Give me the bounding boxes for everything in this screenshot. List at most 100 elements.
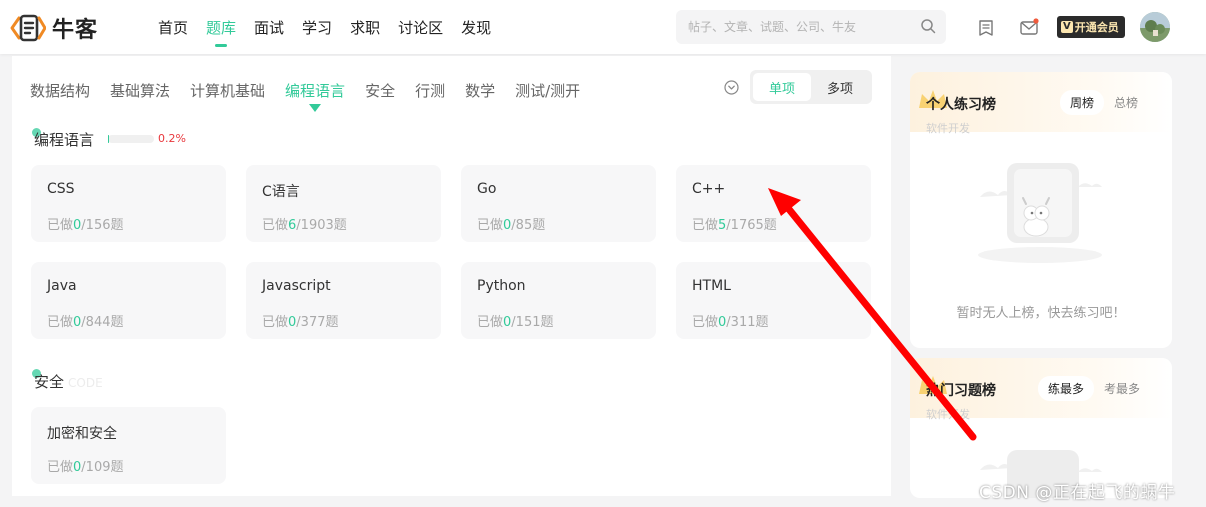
tab-testing[interactable]: 测试/测开 <box>515 80 580 101</box>
card-progress: 已做0/311题 <box>692 311 769 330</box>
avatar[interactable] <box>1140 12 1170 42</box>
search-input[interactable] <box>676 10 946 44</box>
vip-badge: V <box>1061 21 1073 33</box>
personal-ranking-panel: 个人练习榜 软件开发 周榜 总榜 暂时无人上榜，快去练习吧！ <box>910 72 1172 348</box>
section-ghost-text: CODE <box>68 376 103 390</box>
empty-state-illustration <box>978 163 1102 263</box>
card-total: /311题 <box>726 315 769 330</box>
tab-math[interactable]: 数学 <box>465 80 495 101</box>
card-done-prefix: 已做 <box>47 218 74 233</box>
tab-computer-basics[interactable]: 计算机基础 <box>190 80 265 101</box>
card-done-prefix: 已做 <box>477 315 504 330</box>
vip-button[interactable]: V 开通会员 <box>1057 16 1125 38</box>
search-icon[interactable] <box>920 18 936 34</box>
tab-programming-languages[interactable]: 编程语言 <box>285 80 346 112</box>
card-progress: 已做0/377题 <box>262 311 339 330</box>
recruit-icon[interactable] <box>976 18 996 38</box>
card-total: /151题 <box>511 315 554 330</box>
card-crypto-security[interactable]: 加密和安全 已做0/109题 <box>31 407 226 484</box>
avatar-image <box>1140 12 1170 42</box>
question-bank-panel: 数据结构 基础算法 计算机基础 编程语言 安全 行测 数学 测试/测开 单项 多… <box>12 56 891 496</box>
tab-security[interactable]: 安全 <box>365 80 395 101</box>
nav-interview[interactable]: 面试 <box>254 17 284 38</box>
nowcoder-logo-icon <box>10 14 46 42</box>
card-html[interactable]: HTML 已做0/311题 <box>676 262 871 339</box>
tab-programming-languages-label: 编程语言 <box>285 82 346 100</box>
card-title: C++ <box>692 181 726 197</box>
nav-discover[interactable]: 发现 <box>461 17 491 38</box>
tab-basic-algorithms[interactable]: 基础算法 <box>110 80 170 101</box>
logo[interactable]: 牛客 <box>10 12 98 44</box>
card-progress: 已做0/109题 <box>47 456 124 475</box>
card-done-prefix: 已做 <box>262 218 289 233</box>
main-nav: 首页 题库 面试 学习 求职 讨论区 发现 <box>158 17 509 47</box>
card-progress: 已做0/151题 <box>477 311 554 330</box>
card-title: Javascript <box>262 278 331 294</box>
card-c-language[interactable]: C语言 已做6/1903题 <box>246 165 441 242</box>
chevron-down-icon[interactable] <box>724 80 739 95</box>
multi-mode-button[interactable]: 多项 <box>811 73 869 101</box>
section-progress-percent: 0.2% <box>158 132 186 145</box>
card-cpp[interactable]: C++ 已做5/1765题 <box>676 165 871 242</box>
card-java[interactable]: Java 已做0/844题 <box>31 262 226 339</box>
card-title: Java <box>47 278 77 294</box>
card-done-prefix: 已做 <box>692 218 719 233</box>
ranking-period-toggle: 周榜 总榜 <box>1060 90 1148 115</box>
card-progress: 已做0/844题 <box>47 311 124 330</box>
question-mode-toggle: 单项 多项 <box>750 70 872 104</box>
nav-discuss[interactable]: 讨论区 <box>398 17 443 38</box>
card-title: 加密和安全 <box>47 426 117 442</box>
active-tab-indicator <box>309 104 322 112</box>
card-total: /1765题 <box>726 218 777 233</box>
nav-learn[interactable]: 学习 <box>302 17 332 38</box>
card-done-prefix: 已做 <box>262 315 289 330</box>
card-javascript[interactable]: Javascript 已做0/377题 <box>246 262 441 339</box>
section-title-languages: 编程语言 <box>34 131 95 149</box>
card-title: Go <box>477 181 497 197</box>
tab-data-structures[interactable]: 数据结构 <box>30 80 90 101</box>
card-progress: 已做5/1765题 <box>692 214 777 233</box>
card-css[interactable]: CSS 已做0/156题 <box>31 165 226 242</box>
section-title-security: 安全 <box>34 373 65 391</box>
card-progress: 已做0/156题 <box>47 214 124 233</box>
single-mode-button[interactable]: 单项 <box>753 73 811 101</box>
weekly-ranking-tab[interactable]: 周榜 <box>1060 90 1105 115</box>
panel-subtitle: 软件开发 <box>926 408 970 421</box>
card-total: /156题 <box>81 218 124 233</box>
card-title: HTML <box>692 278 731 294</box>
card-progress: 已做6/1903题 <box>262 214 347 233</box>
card-title: CSS <box>47 181 75 197</box>
vip-label: 开通会员 <box>1074 21 1119 34</box>
card-done-prefix: 已做 <box>47 315 74 330</box>
nav-jobs[interactable]: 求职 <box>350 17 380 38</box>
card-python[interactable]: Python 已做0/151题 <box>461 262 656 339</box>
section-progress-fill <box>108 135 109 143</box>
card-done-prefix: 已做 <box>47 460 74 475</box>
section-progress-bar <box>108 135 154 143</box>
message-icon[interactable] <box>1019 18 1039 38</box>
card-total: /377题 <box>296 315 339 330</box>
panel-title: 个人练习榜 <box>926 97 996 113</box>
card-done-prefix: 已做 <box>477 218 504 233</box>
nav-home[interactable]: 首页 <box>158 17 188 38</box>
tab-aptitude[interactable]: 行测 <box>415 80 445 101</box>
watermark: CSDN @正在起飞的蜗牛 <box>979 483 1176 503</box>
card-total: /109题 <box>81 460 124 475</box>
card-total: /1903题 <box>296 218 347 233</box>
popular-sort-toggle: 练最多 考最多 <box>1038 376 1150 401</box>
card-done-prefix: 已做 <box>692 315 719 330</box>
card-go[interactable]: Go 已做0/85题 <box>461 165 656 242</box>
card-title: Python <box>477 278 526 294</box>
card-total: /844题 <box>81 315 124 330</box>
most-practiced-tab[interactable]: 练最多 <box>1038 376 1095 401</box>
card-progress: 已做0/85题 <box>477 214 545 233</box>
panel-title: 热门习题榜 <box>926 383 996 399</box>
card-total: /85题 <box>511 218 546 233</box>
popular-questions-panel: 热门习题榜 软件开发 练最多 考最多 <box>910 358 1172 498</box>
total-ranking-tab[interactable]: 总榜 <box>1104 90 1148 115</box>
nav-question-bank[interactable]: 题库 <box>206 17 236 47</box>
most-tested-tab[interactable]: 考最多 <box>1094 376 1150 401</box>
category-tabs: 数据结构 基础算法 计算机基础 编程语言 安全 行测 数学 测试/测开 <box>30 80 600 112</box>
card-title: C语言 <box>262 184 300 200</box>
top-nav-bar: 牛客 首页 题库 面试 学习 求职 讨论区 发现 V 开通会员 <box>0 0 1206 54</box>
